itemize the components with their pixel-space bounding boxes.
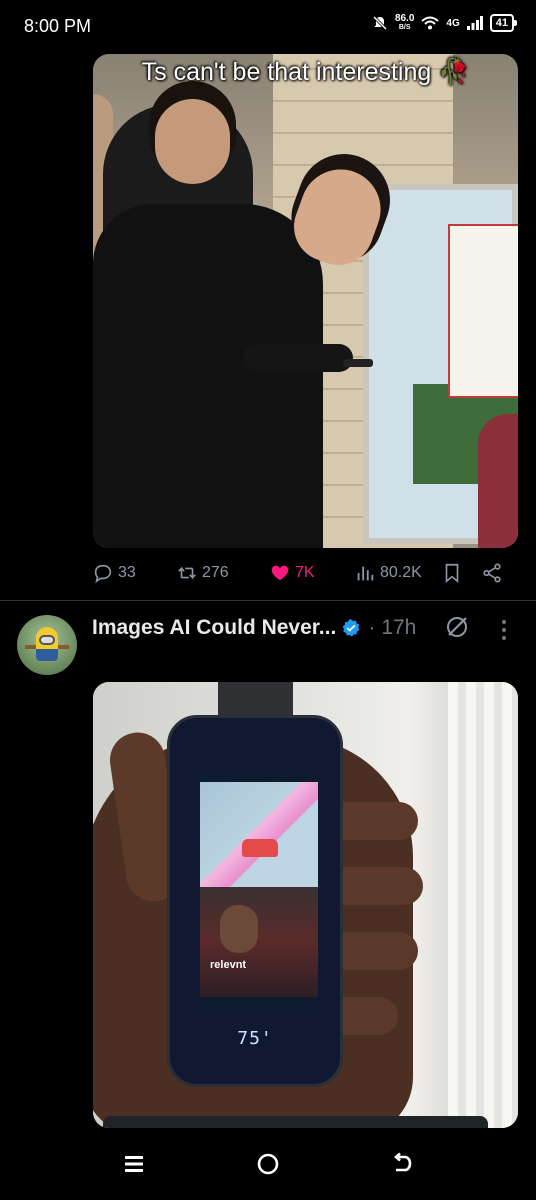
repost-count: 276 — [202, 564, 229, 581]
recent-apps-icon — [125, 1156, 143, 1172]
post1-image[interactable]: Ts can't be that interesting 🥀 — [93, 54, 518, 548]
image-arm — [243, 344, 353, 372]
image-person-foreground — [93, 204, 323, 548]
mute-notifications-icon — [372, 15, 387, 31]
repost-button[interactable]: 276 — [176, 562, 229, 584]
like-button[interactable]: 7K — [269, 562, 315, 584]
share-icon — [483, 563, 501, 583]
like-icon — [271, 565, 289, 581]
net-speed-unit: B/S — [398, 24, 411, 31]
back-button[interactable] — [388, 1150, 416, 1178]
image-device: relevnt 75' — [167, 715, 343, 1087]
reply-button[interactable]: 33 — [92, 562, 136, 584]
repost-icon — [178, 566, 196, 580]
bookmark-icon — [445, 563, 459, 584]
image-sign — [448, 224, 518, 398]
image-bottom-bar — [103, 1116, 488, 1128]
post1-action-bar: 33 276 7K 80.2K — [92, 562, 520, 590]
post-divider — [0, 600, 536, 601]
views-count: 80.2K — [380, 564, 422, 581]
post2-image[interactable]: relevnt 75' — [93, 682, 518, 1128]
grok-icon[interactable] — [444, 614, 470, 640]
image-person-background-head — [155, 99, 230, 184]
battery-icon: 41 — [489, 14, 518, 32]
battery-level: 41 — [495, 17, 508, 29]
avatar-goggle — [39, 635, 55, 645]
image-game-map — [200, 782, 318, 887]
network-type: 4G — [446, 17, 460, 29]
signal-icon — [466, 16, 483, 30]
bookmark-button[interactable] — [441, 562, 463, 584]
avatar-overalls — [36, 649, 58, 661]
image-face — [220, 905, 258, 953]
post2-author-line: Images AI Could Never... · 17h — [92, 614, 416, 642]
verified-badge-icon — [342, 619, 360, 637]
image-device-screen: relevnt — [200, 770, 318, 1010]
share-button[interactable] — [481, 562, 503, 584]
author-name[interactable]: Images AI Could Never... — [92, 616, 336, 640]
home-button[interactable] — [254, 1150, 282, 1178]
status-bar: 8:00 PM 86.0 B/S 4G 41 — [0, 0, 536, 54]
net-speed: 86.0 B/S — [395, 14, 414, 32]
back-icon — [394, 1152, 412, 1172]
image-car — [242, 839, 278, 857]
like-count: 7K — [295, 564, 315, 581]
system-nav-bar — [0, 1128, 536, 1200]
home-icon — [257, 1153, 279, 1175]
status-time: 8:00 PM — [24, 16, 92, 36]
avatar-minion — [36, 627, 58, 661]
avatar[interactable] — [17, 615, 77, 675]
views-button[interactable]: 80.2K — [354, 562, 422, 584]
more-options-icon[interactable] — [500, 619, 508, 641]
image-person-right — [478, 414, 518, 548]
image-video: relevnt — [200, 887, 318, 997]
wifi-icon — [421, 16, 440, 30]
image-phone — [343, 359, 373, 367]
reply-count: 33 — [118, 564, 136, 581]
image-overlay-text: relevnt — [210, 959, 247, 971]
recent-apps-button[interactable] — [120, 1150, 148, 1178]
status-icons: 86.0 B/S 4G 41 — [372, 14, 518, 32]
views-icon — [357, 566, 374, 581]
image-curtain — [448, 682, 518, 1128]
image-device-temp: 75' — [237, 1028, 273, 1049]
net-speed-value: 86.0 — [394, 13, 415, 24]
reply-icon — [94, 564, 112, 584]
post2-time[interactable]: 17h — [381, 616, 416, 640]
separator-dot: · — [368, 616, 376, 639]
post1-caption: Ts can't be that interesting 🥀 — [141, 58, 470, 86]
